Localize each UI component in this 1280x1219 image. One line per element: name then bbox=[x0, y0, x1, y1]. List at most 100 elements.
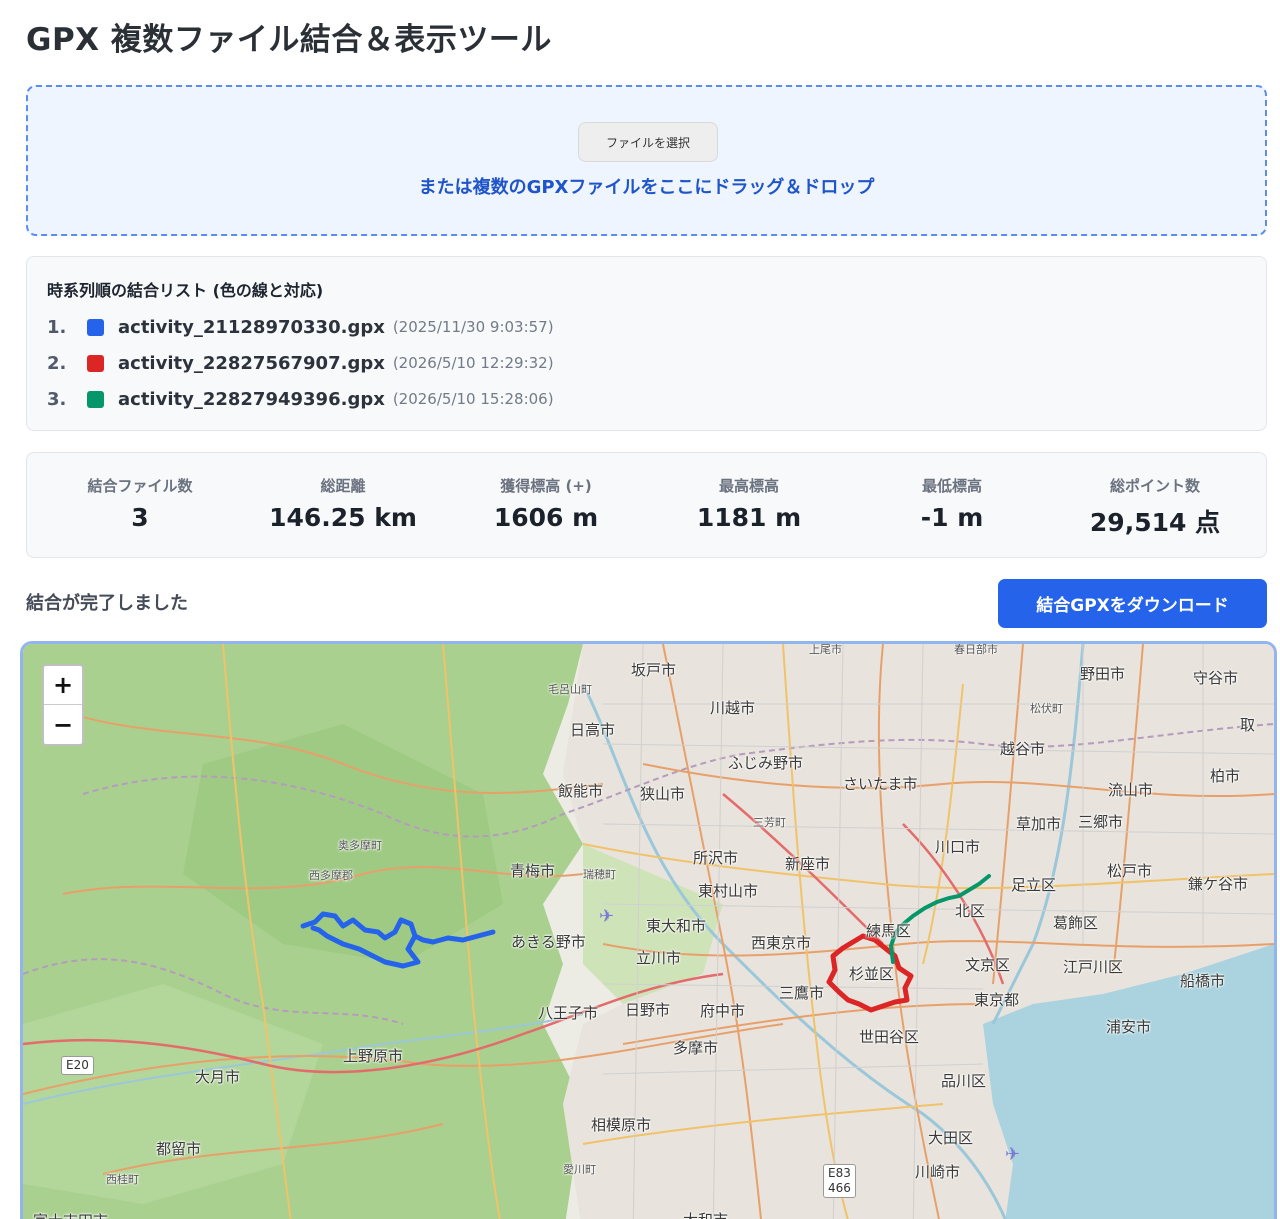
map-label: 足立区 bbox=[1011, 876, 1057, 894]
zoom-control: + − bbox=[42, 664, 84, 746]
list-item: 1. activity_21128970330.gpx (2025/11/30 … bbox=[47, 314, 554, 340]
stat-label: 最低標高 bbox=[921, 477, 982, 495]
merge-list-title: 時系列順の結合リスト (色の線と対応) bbox=[47, 281, 324, 300]
highway-shield: E20 bbox=[61, 1056, 94, 1075]
map-label: 愛川町 bbox=[563, 1163, 596, 1176]
page-title: GPX 複数ファイル結合＆表示ツール bbox=[26, 22, 552, 58]
stat-label: 総距離 bbox=[320, 477, 366, 495]
color-swatch bbox=[87, 318, 104, 336]
map-label: 杉並区 bbox=[849, 965, 895, 983]
map-label: 府中市 bbox=[700, 1002, 746, 1020]
map-label: 北区 bbox=[955, 902, 986, 920]
list-item-date: (2026/5/10 15:28:06) bbox=[392, 390, 554, 408]
list-item-filename: activity_22827567907.gpx bbox=[118, 352, 385, 374]
map-label: 都留市 bbox=[156, 1140, 202, 1158]
map-label: 青梅市 bbox=[510, 862, 556, 880]
map-label: 飯能市 bbox=[558, 782, 604, 800]
map-label: 大和市 bbox=[683, 1209, 728, 1219]
stat-value: 1181 m bbox=[696, 503, 802, 532]
map-label: 鎌ケ谷市 bbox=[1188, 875, 1249, 893]
stat-elevation-gain: 獲得標高 (+) 1606 m bbox=[444, 453, 648, 559]
map-label: 東大和市 bbox=[646, 917, 707, 935]
airport-icon: ✈ bbox=[1005, 1144, 1021, 1165]
list-item-date: (2025/11/30 9:03:57) bbox=[392, 318, 554, 336]
download-gpx-button[interactable]: 結合GPXをダウンロード bbox=[998, 579, 1267, 628]
highway-shield: E83 466 bbox=[823, 1164, 856, 1198]
map-label: 船橋市 bbox=[1180, 972, 1226, 990]
stat-max-elevation: 最高標高 1181 m bbox=[647, 453, 851, 559]
map-label: 大月市 bbox=[195, 1068, 241, 1086]
map-label: 大田区 bbox=[928, 1129, 974, 1147]
map-label: 練馬区 bbox=[866, 922, 912, 940]
map-label: 所沢市 bbox=[693, 849, 739, 867]
map-label: 守谷市 bbox=[1193, 669, 1239, 687]
zoom-out-button[interactable]: − bbox=[44, 705, 82, 744]
map-label: 葛飾区 bbox=[1053, 914, 1099, 932]
map-label: 川崎市 bbox=[915, 1163, 961, 1181]
stat-value: -1 m bbox=[920, 503, 984, 532]
map-label: 八王子市 bbox=[538, 1004, 599, 1022]
status-text: 結合が完了しました bbox=[26, 593, 188, 614]
color-swatch bbox=[87, 354, 104, 372]
map-label: 草加市 bbox=[1016, 815, 1062, 833]
map-label: 坂戸市 bbox=[631, 661, 677, 679]
file-dropzone[interactable]: ファイルを選択 または複数のGPXファイルをここにドラッグ＆ドロップ bbox=[26, 85, 1267, 236]
stat-file-count: 結合ファイル数 3 bbox=[38, 453, 242, 559]
map-label: 世田谷区 bbox=[859, 1028, 920, 1046]
stats-panel: 結合ファイル数 3 総距離 146.25 km 獲得標高 (+) 1606 m … bbox=[26, 452, 1267, 558]
map-label: 西多摩郡 bbox=[309, 869, 353, 882]
map-label: 春日部市 bbox=[954, 643, 998, 656]
list-item-filename: activity_21128970330.gpx bbox=[118, 316, 385, 338]
map-label: 日高市 bbox=[570, 721, 616, 739]
map-label: 川口市 bbox=[935, 838, 981, 856]
map-label: 立川市 bbox=[636, 949, 682, 967]
map-label: 瑞穂町 bbox=[583, 868, 616, 881]
list-item-filename: activity_22827949396.gpx bbox=[118, 388, 385, 410]
map-label: 川越市 bbox=[710, 699, 756, 717]
map-label: あきる野市 bbox=[511, 933, 586, 951]
map-label: 西東京市 bbox=[751, 934, 812, 952]
map-label: 相模原市 bbox=[591, 1116, 652, 1134]
drop-hint: または複数のGPXファイルをここにドラッグ＆ドロップ bbox=[418, 177, 875, 198]
map-label: 浦安市 bbox=[1106, 1018, 1152, 1036]
choose-file-button[interactable]: ファイルを選択 bbox=[578, 122, 718, 162]
stat-label: 最高標高 bbox=[718, 477, 779, 495]
map-label: 文京区 bbox=[965, 956, 1011, 974]
stat-label: 獲得標高 (+) bbox=[500, 477, 592, 495]
stat-label: 総ポイント数 bbox=[1109, 477, 1200, 495]
map-label: 富士吉田市 bbox=[33, 1210, 108, 1219]
map-label: 流山市 bbox=[1108, 781, 1154, 799]
map-label: 新座市 bbox=[785, 855, 831, 873]
map-label: 松戸市 bbox=[1107, 862, 1153, 880]
map-label: 三芳町 bbox=[753, 816, 786, 829]
merge-list-panel: 時系列順の結合リスト (色の線と対応) 1. activity_21128970… bbox=[26, 256, 1267, 431]
map-label: 東京都 bbox=[974, 991, 1020, 1009]
stat-value: 3 bbox=[131, 503, 149, 532]
map-label: 三鷹市 bbox=[779, 984, 825, 1002]
map-label: 東村山市 bbox=[698, 882, 759, 900]
map-label: 越谷市 bbox=[1000, 740, 1046, 758]
map-label: 日野市 bbox=[625, 1001, 671, 1019]
stat-min-elevation: 最低標高 -1 m bbox=[850, 453, 1054, 559]
map-label: 野田市 bbox=[1080, 665, 1126, 683]
map-label: 取 bbox=[1240, 716, 1256, 734]
stat-value: 29,514 点 bbox=[1089, 508, 1221, 537]
color-swatch bbox=[87, 390, 104, 408]
map-label: 松伏町 bbox=[1030, 702, 1063, 715]
stat-value: 1606 m bbox=[493, 503, 599, 532]
map-label: 江戸川区 bbox=[1063, 958, 1124, 976]
zoom-in-button[interactable]: + bbox=[44, 666, 82, 705]
list-item-number: 1. bbox=[47, 316, 67, 338]
map-label: 奥多摩町 bbox=[338, 839, 382, 852]
map-label: 上野原市 bbox=[343, 1047, 404, 1065]
map-label: 毛呂山町 bbox=[548, 683, 592, 696]
list-item-number: 2. bbox=[47, 352, 67, 374]
map-label: 狭山市 bbox=[640, 785, 686, 803]
map-label: 柏市 bbox=[1210, 767, 1241, 785]
map-label: 三郷市 bbox=[1078, 813, 1124, 831]
list-item-date: (2026/5/10 12:29:32) bbox=[392, 354, 554, 372]
map-label: ふじみ野市 bbox=[728, 754, 804, 772]
stat-label: 結合ファイル数 bbox=[87, 477, 193, 495]
map-view[interactable]: + − 坂戸市 毛呂山町 川越市 野田市 守谷市 松伏町 日高市 取 ふじみ野市… bbox=[20, 641, 1277, 1219]
map-label: 多摩市 bbox=[673, 1039, 719, 1057]
